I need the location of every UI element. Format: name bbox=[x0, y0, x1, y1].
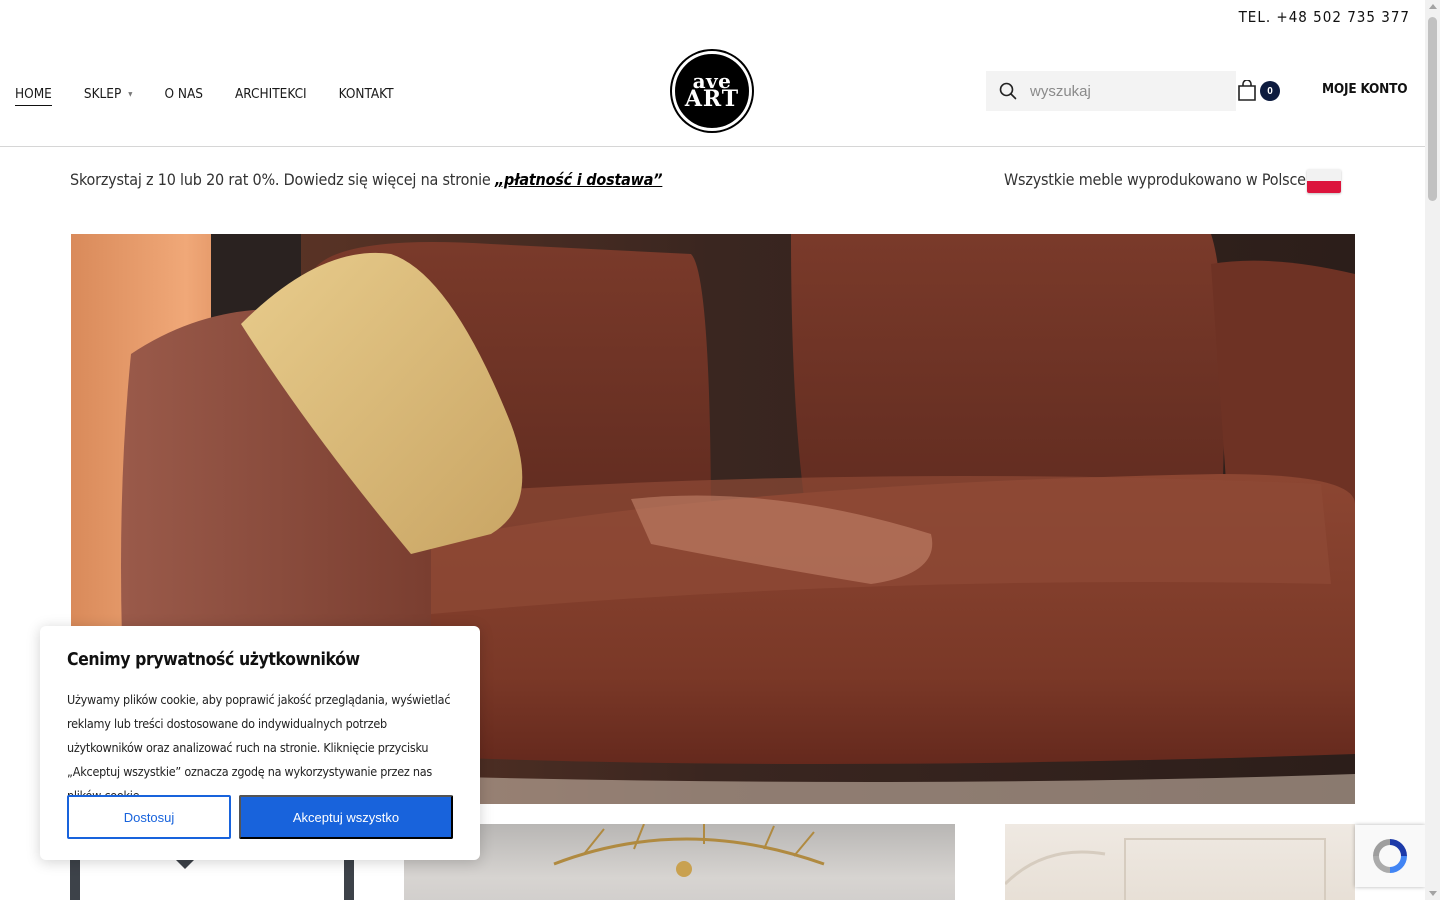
cart-count-badge: 0 bbox=[1260, 81, 1280, 101]
promo-made-in-poland: Wszystkie meble wyprodukowano w Polsce! bbox=[1004, 170, 1312, 189]
page-scrollbar[interactable] bbox=[1425, 0, 1440, 900]
site-logo[interactable]: ave ART bbox=[672, 51, 752, 131]
scrollbar-thumb[interactable] bbox=[1428, 17, 1437, 201]
nav-o-nas-label: O NAS bbox=[164, 86, 203, 102]
search-icon[interactable] bbox=[986, 71, 1030, 111]
category-tile-chandelier[interactable] bbox=[404, 824, 955, 900]
cookie-consent-dialog: Cenimy prywatność użytkowników Używamy p… bbox=[40, 626, 480, 860]
nav-o-nas[interactable]: O NAS bbox=[164, 86, 203, 102]
promo-installments: Skorzystaj z 10 lub 20 rat 0%. Dowiedz s… bbox=[70, 170, 663, 189]
scroll-down-arrow-icon[interactable] bbox=[1429, 891, 1437, 896]
header-divider bbox=[0, 146, 1425, 147]
page: TEL. +48 502 735 377 HOME SKLEP ▼ O NAS A… bbox=[0, 0, 1425, 900]
scroll-up-arrow-icon[interactable] bbox=[1429, 4, 1437, 9]
search-box bbox=[986, 71, 1236, 111]
phone-number[interactable]: TEL. +48 502 735 377 bbox=[1239, 8, 1410, 26]
accept-all-cookies-button[interactable]: Akceptuj wszystko bbox=[239, 795, 453, 839]
nav-kontakt[interactable]: KONTAKT bbox=[339, 86, 394, 102]
recaptcha-icon bbox=[1373, 839, 1407, 873]
nav-sklep-label: SKLEP bbox=[83, 86, 122, 102]
promo-installments-text: Skorzystaj z 10 lub 20 rat 0%. Dowiedz s… bbox=[70, 170, 495, 189]
nav-architekci[interactable]: ARCHITEKCI bbox=[235, 86, 307, 102]
payment-delivery-link[interactable]: „płatność i dostawa” bbox=[495, 170, 663, 189]
cookie-body: Używamy plików cookie, aby poprawić jako… bbox=[67, 692, 451, 803]
my-account-link[interactable]: MOJE KONTO bbox=[1322, 81, 1408, 97]
logo-line-2: ART bbox=[684, 86, 740, 113]
category-tile-classic[interactable] bbox=[1005, 824, 1355, 900]
search-input[interactable] bbox=[1030, 82, 1220, 100]
nav-home[interactable]: HOME bbox=[15, 86, 52, 106]
cookie-buttons: Dostosuj Akceptuj wszystko bbox=[67, 795, 453, 839]
nav-architekci-label: ARCHITEKCI bbox=[234, 86, 307, 102]
nav-kontakt-label: KONTAKT bbox=[338, 86, 394, 102]
poland-flag-icon bbox=[1307, 169, 1341, 193]
cart-button[interactable]: 0 bbox=[1237, 79, 1281, 106]
nav-sklep[interactable]: SKLEP ▼ bbox=[84, 86, 133, 102]
main-nav: HOME SKLEP ▼ O NAS ARCHITEKCI KONTAKT bbox=[15, 82, 426, 106]
cookie-title: Cenimy prywatność użytkowników bbox=[67, 650, 360, 670]
customize-cookies-button[interactable]: Dostosuj bbox=[67, 795, 231, 839]
nav-home-label: HOME bbox=[15, 86, 52, 102]
recaptcha-badge[interactable] bbox=[1355, 825, 1425, 887]
chevron-down-icon bbox=[176, 860, 194, 869]
shopping-bag-icon bbox=[1237, 79, 1257, 106]
chevron-down-icon: ▼ bbox=[128, 90, 133, 98]
